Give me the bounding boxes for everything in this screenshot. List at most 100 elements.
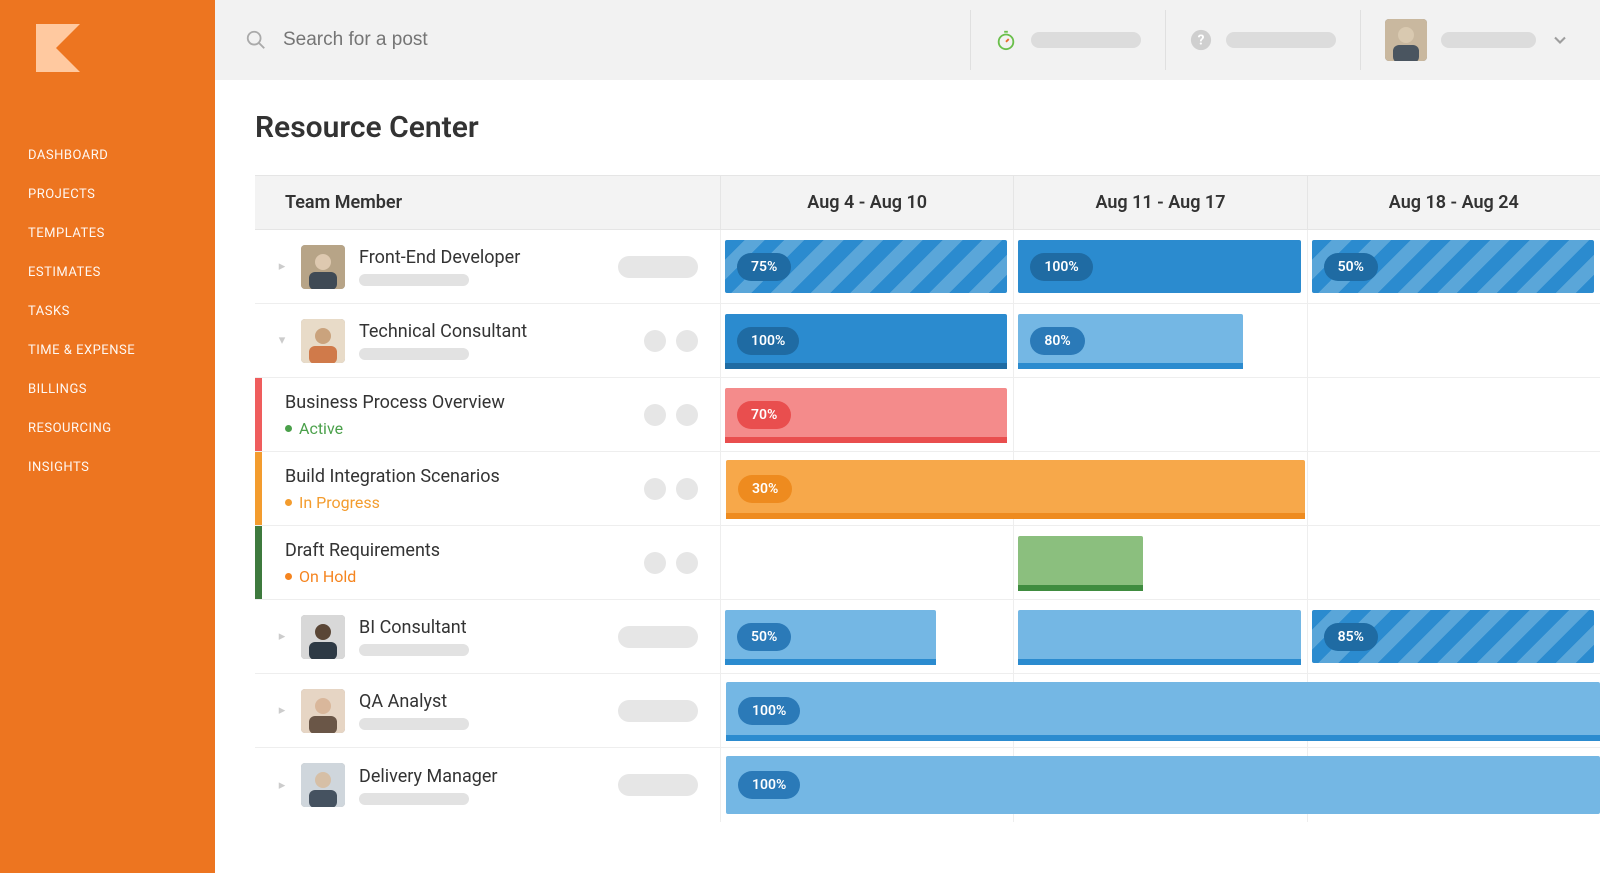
placeholder-pill bbox=[359, 274, 469, 286]
col-header-week-3: Aug 18 - Aug 24 bbox=[1307, 176, 1600, 229]
task-cell[interactable]: Draft Requirements On Hold bbox=[255, 526, 720, 599]
member-avatar bbox=[301, 763, 345, 807]
allocation-badge: 70% bbox=[737, 401, 791, 429]
task-title: Draft Requirements bbox=[285, 540, 440, 561]
chevron-down-icon bbox=[1550, 30, 1570, 50]
action-pill[interactable] bbox=[676, 330, 698, 352]
action-pill[interactable] bbox=[676, 404, 698, 426]
allocation-badge: 80% bbox=[1030, 327, 1084, 355]
allocation-badge: 50% bbox=[737, 623, 791, 651]
task-status: In Progress bbox=[285, 493, 500, 512]
action-pill[interactable] bbox=[644, 552, 666, 574]
page-title: Resource Center bbox=[255, 110, 1600, 145]
status-dot-icon bbox=[285, 425, 292, 432]
resource-row: ▸ BI Consultant 50% 85% bbox=[255, 600, 1600, 674]
app-logo-icon bbox=[30, 20, 86, 76]
placeholder-pill bbox=[359, 793, 469, 805]
task-color-bar bbox=[255, 526, 262, 599]
user-avatar bbox=[1385, 19, 1427, 61]
task-color-bar bbox=[255, 378, 262, 451]
nav-tasks[interactable]: TASKS bbox=[0, 292, 215, 331]
caret-right-icon: ▸ bbox=[277, 629, 287, 644]
col-header-week-2: Aug 11 - Aug 17 bbox=[1013, 176, 1306, 229]
action-pill[interactable] bbox=[676, 478, 698, 500]
member-cell[interactable]: ▸ Front-End Developer bbox=[255, 230, 720, 303]
task-row: Draft Requirements On Hold bbox=[255, 526, 1600, 600]
member-title: Technical Consultant bbox=[359, 321, 527, 342]
sidebar: DASHBOARD PROJECTS TEMPLATES ESTIMATES T… bbox=[0, 0, 215, 873]
member-title: Front-End Developer bbox=[359, 247, 520, 268]
placeholder-pill bbox=[359, 348, 469, 360]
nav-dashboard[interactable]: DASHBOARD bbox=[0, 136, 215, 175]
nav-projects[interactable]: PROJECTS bbox=[0, 175, 215, 214]
allocation-badge: 100% bbox=[1030, 253, 1092, 281]
task-title: Build Integration Scenarios bbox=[285, 466, 500, 487]
task-color-bar bbox=[255, 452, 262, 525]
search-input[interactable] bbox=[283, 29, 583, 51]
task-cell[interactable]: Business Process Overview Active bbox=[255, 378, 720, 451]
action-pill[interactable] bbox=[676, 552, 698, 574]
member-cell[interactable]: ▾ Technical Consultant bbox=[255, 304, 720, 377]
resource-grid: Team Member Aug 4 - Aug 10 Aug 11 - Aug … bbox=[255, 175, 1600, 822]
divider bbox=[970, 10, 971, 70]
user-menu[interactable] bbox=[1385, 19, 1570, 61]
grid-header: Team Member Aug 4 - Aug 10 Aug 11 - Aug … bbox=[255, 175, 1600, 230]
action-pill[interactable] bbox=[618, 700, 698, 722]
action-pill[interactable] bbox=[644, 404, 666, 426]
help-widget[interactable]: ? bbox=[1190, 29, 1336, 51]
status-dot-icon bbox=[285, 499, 292, 506]
placeholder-pill bbox=[1226, 32, 1336, 48]
allocation-bar[interactable] bbox=[1018, 536, 1143, 589]
action-pill[interactable] bbox=[644, 330, 666, 352]
member-title: Delivery Manager bbox=[359, 766, 498, 787]
allocation-badge: 100% bbox=[738, 697, 800, 725]
member-avatar bbox=[301, 319, 345, 363]
nav-insights[interactable]: INSIGHTS bbox=[0, 448, 215, 487]
caret-right-icon: ▸ bbox=[277, 259, 287, 274]
nav-time-expense[interactable]: TIME & EXPENSE bbox=[0, 331, 215, 370]
placeholder-pill bbox=[359, 718, 469, 730]
task-title: Business Process Overview bbox=[285, 392, 505, 413]
member-avatar bbox=[301, 615, 345, 659]
action-pill[interactable] bbox=[618, 626, 698, 648]
allocation-badge: 30% bbox=[738, 475, 792, 503]
task-cell[interactable]: Build Integration Scenarios In Progress bbox=[255, 452, 720, 525]
svg-text:?: ? bbox=[1198, 33, 1205, 49]
resource-row: ▾ Technical Consultant 100% 80% bbox=[255, 304, 1600, 378]
member-cell[interactable]: ▸ BI Consultant bbox=[255, 600, 720, 673]
allocation-badge: 100% bbox=[737, 327, 799, 355]
caret-down-icon: ▾ bbox=[277, 333, 287, 348]
help-icon: ? bbox=[1190, 29, 1212, 51]
topbar: ? bbox=[215, 0, 1600, 80]
stopwatch-icon bbox=[995, 29, 1017, 51]
sidebar-nav: DASHBOARD PROJECTS TEMPLATES ESTIMATES T… bbox=[0, 136, 215, 487]
member-title: BI Consultant bbox=[359, 617, 469, 638]
member-avatar bbox=[301, 245, 345, 289]
nav-estimates[interactable]: ESTIMATES bbox=[0, 253, 215, 292]
member-cell[interactable]: ▸ Delivery Manager bbox=[255, 748, 720, 822]
member-cell[interactable]: ▸ QA Analyst bbox=[255, 674, 720, 747]
divider bbox=[1360, 10, 1361, 70]
task-row: Build Integration Scenarios In Progress … bbox=[255, 452, 1600, 526]
allocation-badge: 85% bbox=[1324, 623, 1378, 651]
resource-row: ▸ QA Analyst 100% bbox=[255, 674, 1600, 748]
divider bbox=[1165, 10, 1166, 70]
action-pill[interactable] bbox=[644, 478, 666, 500]
placeholder-pill bbox=[359, 644, 469, 656]
nav-resourcing[interactable]: RESOURCING bbox=[0, 409, 215, 448]
nav-templates[interactable]: TEMPLATES bbox=[0, 214, 215, 253]
resource-row: ▸ Front-End Developer 75% 100% 50% bbox=[255, 230, 1600, 304]
caret-right-icon: ▸ bbox=[277, 703, 287, 718]
col-header-week-1: Aug 4 - Aug 10 bbox=[720, 176, 1013, 229]
allocation-badge: 75% bbox=[737, 253, 791, 281]
action-pill[interactable] bbox=[618, 774, 698, 796]
nav-billings[interactable]: BILLINGS bbox=[0, 370, 215, 409]
allocation-bar[interactable] bbox=[1018, 610, 1300, 663]
allocation-badge: 100% bbox=[738, 771, 800, 799]
action-pill[interactable] bbox=[618, 256, 698, 278]
placeholder-pill bbox=[1031, 32, 1141, 48]
caret-right-icon: ▸ bbox=[277, 778, 287, 793]
resource-row: ▸ Delivery Manager 100% bbox=[255, 748, 1600, 822]
allocation-badge: 50% bbox=[1324, 253, 1378, 281]
timer-widget[interactable] bbox=[995, 29, 1141, 51]
